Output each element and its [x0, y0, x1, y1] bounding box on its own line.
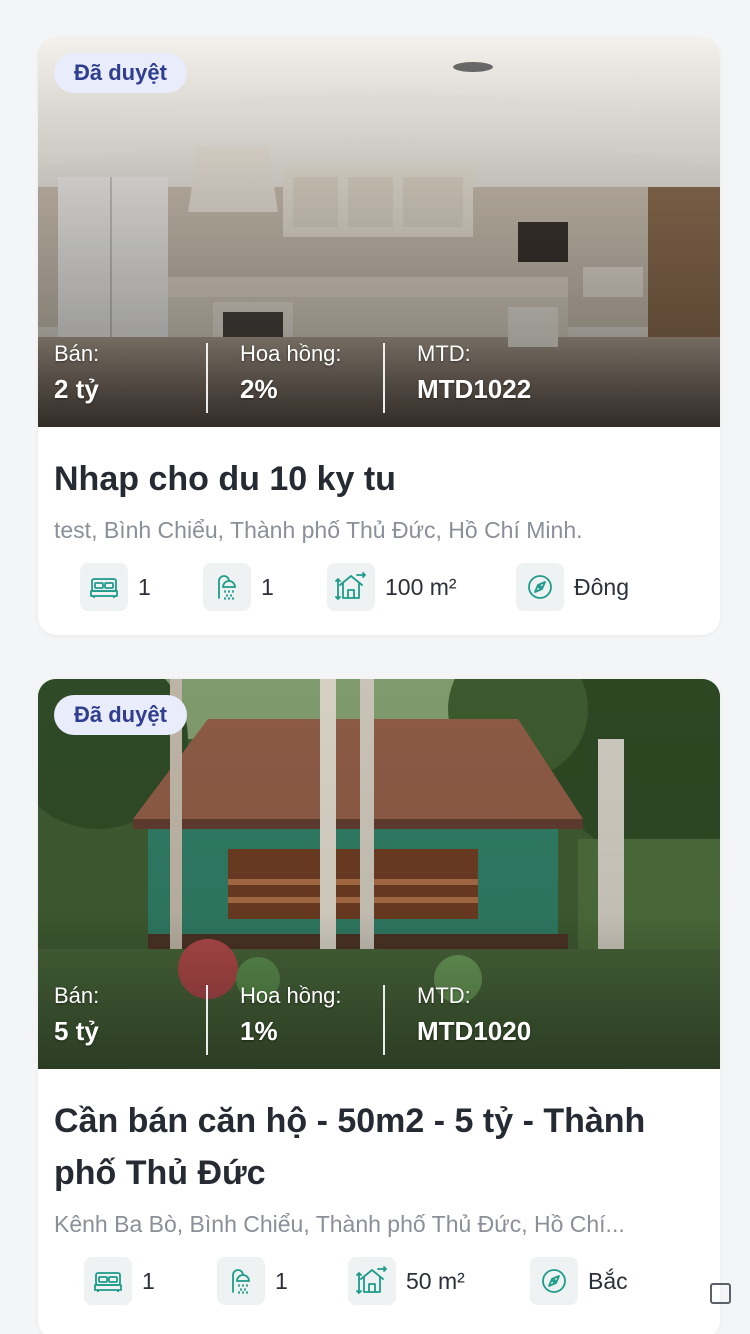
commission: Hoa hồng: 1% [206, 981, 383, 1055]
listing-card[interactable]: Đã duyệt Bán: 2 tỷ Hoa hồng: 2% MTD: MTD… [38, 37, 720, 635]
bed-icon [84, 1257, 132, 1305]
floor-area-value: 50 m² [406, 1267, 465, 1294]
direction-value: Đông [574, 573, 629, 600]
floor-area-value: 100 m² [385, 573, 457, 600]
listing-code-value: MTD1020 [417, 1016, 532, 1046]
compass-icon [516, 563, 564, 611]
bathrooms-count: 1 [275, 1267, 288, 1294]
commission: Hoa hồng: 2% [206, 339, 383, 413]
stat-divider [383, 343, 385, 413]
floating-checkbox[interactable] [710, 1283, 731, 1304]
listing-code-value: MTD1022 [417, 374, 532, 404]
sale-price: Bán: 2 tỷ [38, 339, 206, 411]
listing-address: test, Bình Chiểu, Thành phố Thủ Đức, Hồ … [54, 517, 583, 543]
commission-value: 1% [240, 1016, 278, 1046]
bedrooms: 1 [84, 1257, 217, 1305]
stat-divider [206, 985, 208, 1055]
stat-divider [206, 343, 208, 413]
listing-address: Kênh Ba Bò, Bình Chiểu, Thành phố Thủ Đứ… [54, 1211, 625, 1237]
floor-area: 50 m² [348, 1257, 530, 1305]
listing-photo[interactable]: Đã duyệt Bán: 2 tỷ Hoa hồng: 2% MTD: MTD… [38, 37, 720, 427]
bathrooms: 1 [203, 563, 327, 611]
sale-price-value: 2 tỷ [54, 374, 99, 404]
commission-value: 2% [240, 374, 278, 404]
bathrooms: 1 [217, 1257, 348, 1305]
listing-features: 1 1 50 m² Bắc [54, 1257, 704, 1305]
listing-code: MTD: MTD1022 [383, 339, 683, 413]
area-icon [327, 563, 375, 611]
shower-icon [217, 1257, 265, 1305]
stat-divider [383, 985, 385, 1055]
listing-title[interactable]: Nhap cho du 10 ky tu [54, 453, 704, 505]
listing-code: MTD: MTD1020 [383, 981, 683, 1055]
floor-area: 100 m² [327, 563, 516, 611]
bathrooms-count: 1 [261, 573, 274, 600]
sale-price-label: Bán: [54, 983, 100, 1008]
sale-price: Bán: 5 tỷ [38, 981, 206, 1053]
listing-details: Cần bán căn hộ - 50m2 - 5 tỷ - Thành phố… [38, 1069, 720, 1327]
area-icon [348, 1257, 396, 1305]
bedrooms-count: 1 [142, 1267, 155, 1294]
status-badge: Đã duyệt [54, 53, 187, 93]
sale-price-value: 5 tỷ [54, 1016, 99, 1046]
bedrooms-count: 1 [138, 573, 151, 600]
bedrooms: 1 [80, 563, 203, 611]
compass-icon [530, 1257, 578, 1305]
direction-value: Bắc [588, 1267, 628, 1294]
listing-stats: Bán: 2 tỷ Hoa hồng: 2% MTD: MTD1022 [38, 339, 720, 413]
listing-code-label: MTD: [417, 341, 471, 366]
status-badge: Đã duyệt [54, 695, 187, 735]
house-direction: Đông [516, 563, 629, 611]
listing-code-label: MTD: [417, 983, 471, 1008]
house-direction: Bắc [530, 1257, 628, 1305]
listing-features: 1 1 100 m² Đông [54, 563, 704, 611]
commission-label: Hoa hồng: [240, 983, 342, 1008]
commission-label: Hoa hồng: [240, 341, 342, 366]
listing-stats: Bán: 5 tỷ Hoa hồng: 1% MTD: MTD1020 [38, 981, 720, 1055]
listing-title[interactable]: Cần bán căn hộ - 50m2 - 5 tỷ - Thành phố… [54, 1095, 704, 1199]
listing-details: Nhap cho du 10 ky tu test, Bình Chiểu, T… [38, 427, 720, 633]
shower-icon [203, 563, 251, 611]
listing-photo[interactable]: Đã duyệt Bán: 5 tỷ Hoa hồng: 1% MTD: MTD… [38, 679, 720, 1069]
listing-feed: Đã duyệt Bán: 2 tỷ Hoa hồng: 2% MTD: MTD… [0, 0, 750, 1334]
listing-card[interactable]: Đã duyệt Bán: 5 tỷ Hoa hồng: 1% MTD: MTD… [38, 679, 720, 1334]
bed-icon [80, 563, 128, 611]
sale-price-label: Bán: [54, 341, 100, 366]
